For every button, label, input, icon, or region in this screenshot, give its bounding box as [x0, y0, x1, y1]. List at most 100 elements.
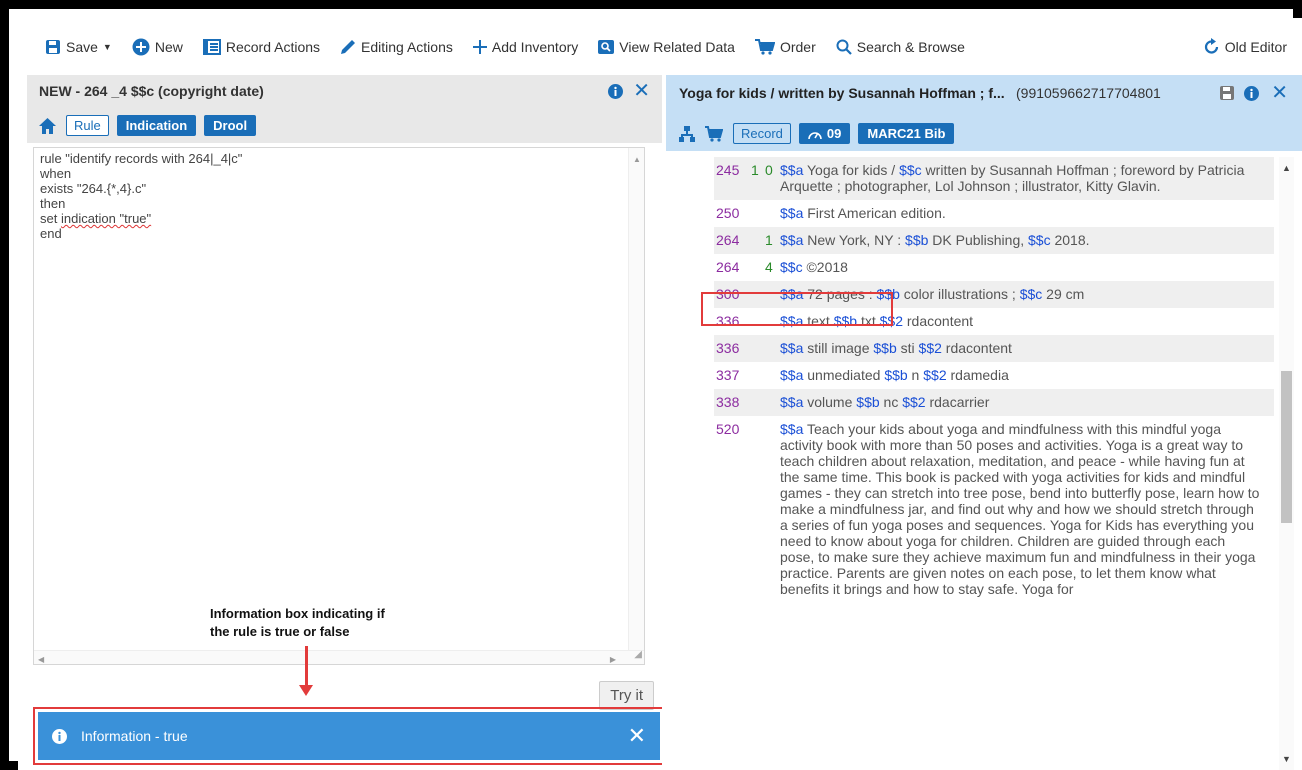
add-inventory-label: Add Inventory [491, 38, 579, 55]
subfield-value: n [907, 367, 924, 383]
close-icon[interactable]: ✕ [1271, 83, 1288, 103]
marc21-bib-button[interactable]: MARC21 Bib [858, 123, 955, 144]
rule-code-editor[interactable]: rule "identify records with 264|_4|c" wh… [33, 147, 645, 665]
plus-icon [472, 39, 487, 54]
drool-button[interactable]: Drool [204, 115, 257, 136]
close-icon[interactable]: ✕ [628, 723, 646, 749]
field-indicator-2 [765, 340, 780, 356]
subfield-code: $$2 [902, 394, 926, 410]
search-browse-button[interactable]: Search & Browse [836, 39, 965, 55]
annotation-arrow [305, 646, 308, 688]
field-tag: 264 [716, 259, 740, 275]
refresh-icon [1204, 37, 1218, 54]
floppy-disk-icon[interactable] [1220, 86, 1235, 100]
code-text: set [40, 211, 61, 226]
subfield-code: $$b [884, 367, 908, 383]
scroll-left-icon[interactable]: ◀ [38, 652, 44, 667]
field-content: $$a Teach your kids about yoga and mindf… [780, 421, 1274, 597]
cart-icon[interactable] [705, 125, 723, 142]
field-tag: 245 [716, 162, 740, 178]
info-icon[interactable] [1244, 85, 1260, 101]
rule-button[interactable]: Rule [66, 115, 109, 136]
field-tag: 337 [716, 367, 740, 383]
field-content: $$a still image $$b sti $$2 rdacontent [780, 340, 1274, 356]
indication-button[interactable]: Indication [116, 115, 197, 136]
subfield-code: $$c [1019, 286, 1043, 302]
new-button[interactable]: New [132, 38, 183, 56]
rule-title: NEW - 264 _4 $$c (copyright date) [39, 83, 264, 99]
subfield-code: $$b [856, 394, 880, 410]
field-content: $$a Yoga for kids / $$c written by Susan… [780, 162, 1274, 194]
field-indicator-1 [751, 367, 765, 383]
rule-panel-header: NEW - 264 _4 $$c (copyright date) ✕ Rule… [27, 75, 662, 143]
subfield-value: New York, NY : [803, 232, 906, 248]
app-window: Save ▼ New Record Actions Editing Action… [18, 18, 1302, 770]
old-editor-button[interactable]: Old Editor [1204, 37, 1287, 56]
record-tab-buttons: Record 09 MARC21 Bib [679, 123, 962, 144]
screenshot-frame: Save ▼ New Record Actions Editing Action… [0, 0, 1302, 770]
try-it-button[interactable]: Try it [599, 681, 654, 710]
marc-field-row[interactable]: 337 $$a unmediated $$b n $$2 rdamedia [714, 362, 1274, 389]
order-button[interactable]: Order [754, 38, 816, 55]
subfield-value: Yoga for kids / [803, 162, 900, 178]
scroll-up-icon[interactable]: ▲ [1282, 163, 1291, 173]
field-indicator-2: 0 [765, 162, 773, 178]
record-header-icons: ✕ [1220, 83, 1288, 103]
scroll-down-icon[interactable]: ▼ [1282, 754, 1291, 764]
record-view-button[interactable]: Record [733, 123, 791, 144]
view-related-data-button[interactable]: View Related Data [598, 39, 735, 55]
add-inventory-button[interactable]: Add Inventory [472, 38, 579, 55]
field-indicator-2: 4 [765, 259, 773, 275]
marc-field-row[interactable]: 520 $$a Teach your kids about yoga and mi… [714, 416, 1274, 603]
marc-field-row[interactable]: 336 $$a still image $$b sti $$2 rdaconten… [714, 335, 1274, 362]
gauge-icon [808, 131, 822, 139]
record-mms-id: (991059662717704801 [1016, 85, 1161, 101]
annotation-text: Information box indicating if [210, 606, 385, 621]
field-indicator-1 [751, 259, 765, 275]
scrollbar-thumb[interactable] [1281, 371, 1292, 523]
field-tag: 520 [716, 421, 740, 437]
field-indicator-2: 1 [765, 232, 773, 248]
scroll-up-icon[interactable]: ▲ [633, 152, 641, 167]
resize-handle-icon[interactable]: ◢ [634, 647, 642, 662]
marc-field-row[interactable]: 264 1 $$a New York, NY : $$b DK Publishing… [714, 227, 1274, 254]
marc-field-row[interactable]: 245 1 0 $$a Yoga for kids / $$c written by … [714, 157, 1274, 200]
home-icon[interactable] [39, 117, 56, 134]
hierarchy-icon[interactable] [679, 125, 695, 142]
subfield-value: volume [803, 394, 857, 410]
close-icon[interactable]: ✕ [633, 81, 650, 101]
subfield-value: sti [896, 340, 919, 356]
subfield-code: $$a [780, 340, 804, 356]
editor-vertical-scrollbar[interactable]: ▲ ▼ [628, 148, 644, 664]
record-vertical-scrollbar[interactable]: ▲ ▼ [1279, 157, 1294, 770]
subfield-code: $$a [780, 232, 804, 248]
marc-field-row[interactable]: 264 4 $$c ©2018 [714, 254, 1274, 281]
old-editor-label: Old Editor [1224, 38, 1287, 55]
info-icon[interactable] [608, 83, 624, 99]
subfield-value: 29 cm [1042, 286, 1085, 302]
subfield-value: rdacontent [903, 313, 974, 329]
subfield-value: ©2018 [802, 259, 848, 275]
subfield-value: Teach your kids about yoga and mindfulne… [780, 421, 1260, 597]
editing-actions-button[interactable]: Editing Actions [340, 39, 453, 55]
field-264-highlight-box [701, 292, 893, 326]
annotation-callout: Information box indicating if the rule i… [210, 605, 385, 641]
subfield-value: rdacarrier [925, 394, 990, 410]
info-icon [52, 728, 67, 744]
search-browse-label: Search & Browse [856, 38, 965, 55]
editor-horizontal-scrollbar[interactable]: ◀ ▶ [34, 650, 644, 664]
annotation-arrow-head [299, 685, 313, 696]
record-actions-button[interactable]: Record Actions [202, 38, 320, 55]
save-menu-button[interactable]: Save ▼ [45, 39, 112, 55]
field-indicator-2 [765, 421, 780, 597]
record-count-badge[interactable]: 09 [798, 123, 851, 144]
marc-field-row[interactable]: 250 $$a First American edition. [714, 200, 1274, 227]
subfield-value: DK Publishing, [928, 232, 1029, 248]
marc-field-list: 245 1 0 $$a Yoga for kids / $$c written by … [666, 157, 1286, 770]
editing-actions-label: Editing Actions [361, 38, 453, 55]
scroll-right-icon[interactable]: ▶ [610, 652, 616, 667]
field-content: $$c ©2018 [780, 259, 1274, 275]
save-label: Save [66, 38, 98, 55]
floppy-disk-icon [46, 39, 60, 54]
marc-field-row[interactable]: 338 $$a volume $$b nc $$2 rdacarrier [714, 389, 1274, 416]
